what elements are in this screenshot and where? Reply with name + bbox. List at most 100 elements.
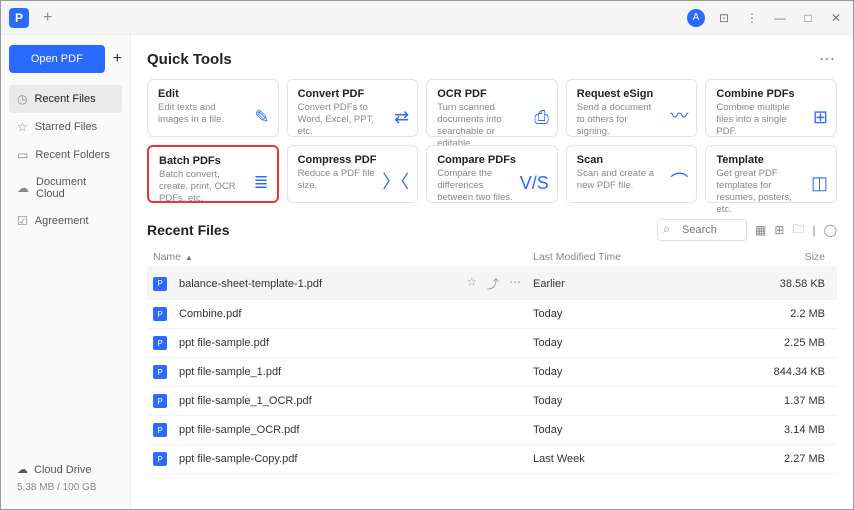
card-desc: Convert PDFs to Word, Excel, PPT, etc. xyxy=(298,102,408,138)
file-size: 844.34 KB xyxy=(743,366,831,378)
table-row[interactable]: Pppt file-sample-Copy.pdfLast Week2.27 M… xyxy=(147,445,837,474)
sidebar-item-agreement[interactable]: ☑ Agreement xyxy=(9,207,122,235)
card-desc: Combine multiple files into a single PDF… xyxy=(716,102,826,138)
tool-card-ocr-pdf[interactable]: OCR PDFTurn scanned documents into searc… xyxy=(426,79,558,137)
nav-icon: ▭ xyxy=(17,148,28,162)
file-name: ppt file-sample_1.pdf xyxy=(179,366,281,378)
minimize-button[interactable]: — xyxy=(771,11,789,25)
nav-icon: ☑ xyxy=(17,214,28,228)
card-icon: ◫ xyxy=(811,173,828,194)
sidebar-item-document-cloud[interactable]: ☁ Document Cloud xyxy=(9,169,122,207)
file-size: 38.58 KB xyxy=(743,278,831,290)
column-name[interactable]: Name▲ xyxy=(153,251,533,263)
cloud-usage-text: 5.38 MB / 100 GB xyxy=(17,482,114,493)
main-content: Quick Tools ⋯ Edit Edit texts and images … xyxy=(131,35,853,509)
close-button[interactable]: ✕ xyxy=(827,11,845,25)
table-row[interactable]: Pppt file-sample.pdfToday2.25 MB xyxy=(147,329,837,358)
titlebar: P + A ⊡ ⋮ — □ ✕ xyxy=(1,1,853,35)
cloud-icon: ☁ xyxy=(17,463,28,476)
cloud-drive-section: ☁Cloud Drive 5.38 MB / 100 GB xyxy=(9,457,122,499)
tool-card-edit[interactable]: Edit Edit texts and images in a file.✎ xyxy=(147,79,279,137)
table-row[interactable]: Pppt file-sample_1_OCR.pdfToday1.37 MB xyxy=(147,387,837,416)
file-list: Pbalance-sheet-template-1.pdf☆⤴⋯Earlier3… xyxy=(147,268,837,474)
tool-card-compare-pdfs[interactable]: Compare PDFsCompare the differences betw… xyxy=(426,145,558,203)
table-row[interactable]: Pbalance-sheet-template-1.pdf☆⤴⋯Earlier3… xyxy=(147,268,837,300)
file-size: 3.14 MB xyxy=(743,424,831,436)
kebab-menu-icon[interactable]: ⋮ xyxy=(743,11,761,25)
nav-label: Starred Files xyxy=(35,121,97,133)
pdf-file-icon: P xyxy=(153,336,167,350)
pdf-file-icon: P xyxy=(153,277,167,291)
search-input[interactable] xyxy=(657,219,747,241)
card-icon: 〰 xyxy=(670,102,688,128)
sort-asc-icon: ▲ xyxy=(185,253,193,262)
file-modified: Earlier xyxy=(533,278,743,290)
table-row[interactable]: Pppt file-sample_1.pdf Today844.34 KB xyxy=(147,358,837,387)
card-icon: ⌒ xyxy=(670,168,688,194)
tool-card-batch-pdfs[interactable]: Batch PDFsBatch convert, create, print, … xyxy=(147,145,279,203)
refresh-icon[interactable]: ◯ xyxy=(824,223,837,237)
card-icon: V/S xyxy=(520,173,549,194)
sidebar: Open PDF + ◷ Recent Files ☆Starred Files ▭ R… xyxy=(1,35,131,509)
card-title: Batch PDFs xyxy=(159,155,267,167)
card-desc: Get great PDF templates for resumes, pos… xyxy=(716,168,826,216)
share-icon[interactable]: ⤴ xyxy=(487,275,499,292)
card-title: Combine PDFs xyxy=(716,88,826,100)
file-modified: Today xyxy=(533,337,743,349)
new-tab-button[interactable]: + xyxy=(37,9,58,27)
view-grid-icon[interactable]: ⊞ xyxy=(774,223,784,237)
file-name: ppt file-sample.pdf xyxy=(179,337,269,349)
card-title: Edit xyxy=(158,88,268,100)
feedback-icon[interactable]: ⊡ xyxy=(715,11,733,25)
column-modified[interactable]: Last Modified Time xyxy=(533,251,743,263)
row-more-icon[interactable]: ⋯ xyxy=(509,275,521,292)
nav-label: Recent Files xyxy=(34,93,95,105)
user-avatar[interactable]: A xyxy=(687,9,705,27)
table-row[interactable]: PCombine.pdfToday2.2 MB xyxy=(147,300,837,329)
sidebar-item-recent-folders[interactable]: ▭ Recent Folders xyxy=(9,141,122,169)
card-title: Convert PDF xyxy=(298,88,408,100)
card-title: OCR PDF xyxy=(437,88,547,100)
quick-tools-more-icon[interactable]: ⋯ xyxy=(819,49,837,69)
file-size: 2.2 MB xyxy=(743,308,831,320)
tool-card-scan[interactable]: ScanScan and create a new PDF file.⌒ xyxy=(566,145,698,203)
card-desc: Edit texts and images in a file. xyxy=(158,102,268,126)
card-icon: ⎙ xyxy=(534,107,548,128)
nav-label: Recent Folders xyxy=(35,149,110,161)
file-modified: Today xyxy=(533,366,743,378)
pdf-file-icon: P xyxy=(153,365,167,379)
table-row[interactable]: Pppt file-sample_OCR.pdfToday3.14 MB xyxy=(147,416,837,445)
sidebar-item-starred-files[interactable]: ☆Starred Files xyxy=(9,113,122,141)
card-icon: 〉〈 xyxy=(382,168,409,194)
file-modified: Today xyxy=(533,424,743,436)
open-pdf-button[interactable]: Open PDF xyxy=(9,45,105,73)
nav-icon: ☁ xyxy=(17,181,29,195)
maximize-button[interactable]: □ xyxy=(799,11,817,25)
nav-icon: ◷ xyxy=(17,92,27,106)
open-folder-icon[interactable]: 🗀 xyxy=(792,220,804,241)
tool-card-template[interactable]: TemplateGet great PDF templates for resu… xyxy=(705,145,837,203)
view-list-icon[interactable]: ▦ xyxy=(755,223,766,237)
sidebar-item-recent-files[interactable]: ◷ Recent Files xyxy=(9,85,122,113)
nav-label: Document Cloud xyxy=(36,176,114,200)
file-size: 2.27 MB xyxy=(743,453,831,465)
tool-card-compress-pdf[interactable]: Compress PDFReduce a PDF file size.〉〈 xyxy=(287,145,419,203)
tool-card-request-esign[interactable]: Request eSignSend a document to others f… xyxy=(566,79,698,137)
nav-label: Agreement xyxy=(35,215,89,227)
app-logo-icon: P xyxy=(9,8,29,28)
quick-tools-title: Quick Tools xyxy=(147,51,232,68)
file-modified: Today xyxy=(533,308,743,320)
card-title: Compare PDFs xyxy=(437,154,547,166)
card-title: Compress PDF xyxy=(298,154,408,166)
create-pdf-button[interactable]: + xyxy=(113,50,122,68)
pdf-file-icon: P xyxy=(153,452,167,466)
table-header: Name▲ Last Modified Time Size xyxy=(147,247,837,268)
card-icon: ✎ xyxy=(255,107,270,128)
column-size[interactable]: Size xyxy=(743,251,831,263)
tool-card-convert-pdf[interactable]: Convert PDF Convert PDFs to Word, Excel, … xyxy=(287,79,419,137)
star-icon[interactable]: ☆ xyxy=(466,275,477,292)
file-modified: Today xyxy=(533,395,743,407)
pdf-file-icon: P xyxy=(153,423,167,437)
tool-card-combine-pdfs[interactable]: Combine PDFs Combine multiple files into … xyxy=(705,79,837,137)
card-title: Request eSign xyxy=(577,88,687,100)
